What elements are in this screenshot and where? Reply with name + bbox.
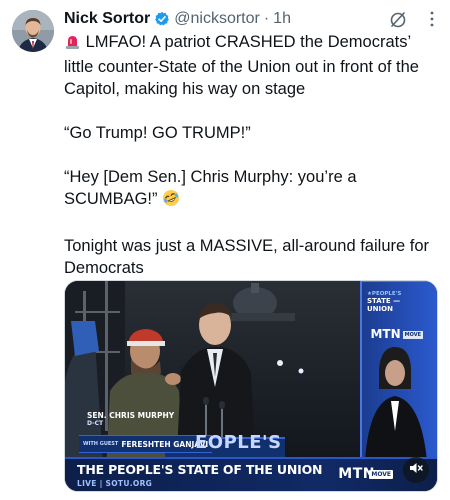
video-lower-third: THE PEOPLE'S STATE OF THE UNION LIVE | S… bbox=[65, 457, 437, 491]
more-options-icon[interactable] bbox=[422, 9, 442, 29]
tweet-line-3-text: “Hey [Dem Sen.] Chris Murphy: you’re a S… bbox=[64, 168, 357, 208]
tweet-timestamp[interactable]: 1h bbox=[273, 10, 291, 28]
tweet-line-3: “Hey [Dem Sen.] Chris Murphy: you’re a S… bbox=[64, 166, 430, 213]
tweet-line-4: Tonight was just a MASSIVE, all-around f… bbox=[64, 237, 430, 277]
grok-icon[interactable] bbox=[388, 10, 408, 30]
author-avatar[interactable] bbox=[12, 10, 54, 52]
show-title: THE PEOPLE'S STATE OF THE UNION bbox=[77, 462, 323, 477]
backdrop-network-logo: MTN MOVE bbox=[370, 327, 423, 341]
tweet-header: Nick Sortor @nicksortor · 1h bbox=[64, 8, 438, 30]
network-chip: MOVE bbox=[369, 470, 393, 479]
author-handle[interactable]: @nicksortor bbox=[174, 10, 260, 28]
mute-button[interactable] bbox=[403, 457, 429, 483]
senator-name: SEN. CHRIS MURPHY bbox=[87, 411, 175, 420]
speaker-muted-icon bbox=[409, 461, 423, 480]
verified-badge-icon[interactable] bbox=[154, 11, 170, 27]
senator-party: D-CT bbox=[87, 420, 104, 427]
backdrop-logo-big: STATE — UNION bbox=[367, 297, 401, 313]
show-subtitle: LIVE | SOTU.ORG bbox=[77, 479, 153, 488]
tweet-line-1: LMFAO! A patriot CRASHED the Democrats’ … bbox=[64, 31, 430, 100]
backdrop-network-text: MTN bbox=[370, 327, 401, 341]
police-siren-icon bbox=[64, 33, 81, 56]
guest-plate: WITH GUEST FERESHTEH GANJAVI bbox=[79, 435, 213, 453]
backdrop-logo: ★PEOPLE'S STATE — UNION bbox=[367, 291, 425, 313]
guest-prefix: WITH GUEST bbox=[83, 441, 119, 447]
author-name[interactable]: Nick Sortor bbox=[64, 10, 150, 28]
senator-name-plate: SEN. CHRIS MURPHY D-CT bbox=[87, 411, 174, 427]
podium-sign-text: EOPLE'S bbox=[195, 432, 282, 453]
tweet-line-2: “Go Trump! GO TRUMP!” bbox=[64, 124, 251, 142]
meta-separator: · bbox=[263, 10, 270, 27]
tweet-text: LMFAO! A patriot CRASHED the Democrats’ … bbox=[64, 31, 430, 279]
video-player[interactable]: ★PEOPLE'S STATE — UNION MTN MOVE SEN. CHR… bbox=[64, 280, 438, 492]
tweet-line-1-text: LMFAO! A patriot CRASHED the Democrats’ … bbox=[64, 33, 419, 98]
rolling-on-floor-laughing-icon bbox=[162, 189, 180, 213]
backdrop-network-chip: MOVE bbox=[402, 331, 423, 339]
